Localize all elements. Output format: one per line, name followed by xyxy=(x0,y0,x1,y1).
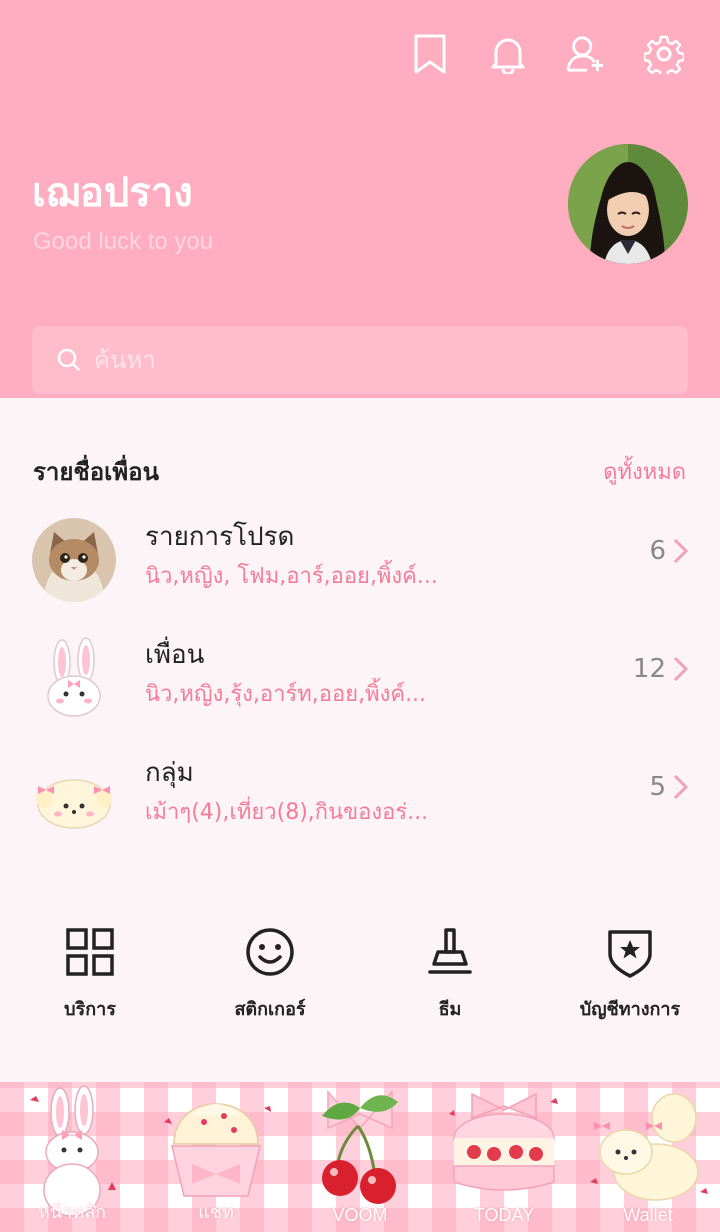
row-count: 6 xyxy=(649,536,666,566)
list-item-friends[interactable]: เพื่อน นิว,หญิง,รุ้ง,อาร์ท,ออย,พิ้งค์...… xyxy=(0,626,720,736)
bookmark-icon[interactable] xyxy=(410,34,450,74)
tab-voom[interactable]: VOOM xyxy=(288,1082,432,1232)
row-count: 5 xyxy=(649,772,666,802)
profile-header: เฌอปราง Good luck to you xyxy=(0,0,720,398)
tab-today-label: TODAY xyxy=(473,1205,535,1225)
services-button[interactable]: บริการ xyxy=(0,924,180,1023)
grid-icon xyxy=(66,928,114,976)
tab-chats-label: แชท xyxy=(198,1202,234,1222)
see-all-link[interactable]: ดูทั้งหมด xyxy=(603,454,686,489)
chevron-right-icon xyxy=(673,538,689,564)
brush-icon xyxy=(428,928,472,974)
bunny-icon xyxy=(32,636,116,720)
tab-wallet-label: Wallet xyxy=(623,1205,673,1225)
chevron-right-icon xyxy=(673,656,689,682)
tab-home-label: หน้าหลัก xyxy=(37,1202,107,1222)
list-item-groups[interactable]: กลุ่ม เม้าๆ(4),เที่ยว(8),กินของอร่... 5 xyxy=(0,744,720,854)
profile-name[interactable]: เฌอปราง xyxy=(32,160,193,224)
row-title: กลุ่ม xyxy=(145,758,194,788)
row-subtitle: นิว,หญิง, โฟม,อาร์,ออย,พิ้งค์... xyxy=(145,564,438,589)
tab-today[interactable]: TODAY xyxy=(432,1082,576,1232)
row-count: 12 xyxy=(632,654,666,684)
stickers-label: สติกเกอร์ xyxy=(234,999,306,1020)
official-accounts-label: บัญชีทางการ xyxy=(579,999,681,1020)
smiley-icon xyxy=(246,928,294,976)
themes-button[interactable]: ธีม xyxy=(360,924,540,1023)
chevron-right-icon xyxy=(673,774,689,800)
shield-star-icon xyxy=(608,930,652,978)
bell-icon[interactable] xyxy=(488,34,528,74)
header-toolbar xyxy=(410,34,684,74)
search-icon xyxy=(57,348,80,371)
bottom-tab-bar: หน้าหลัก แชท VOOM TODAY Wallet xyxy=(0,1082,720,1232)
puppy-icon xyxy=(32,754,116,838)
list-item-favorites[interactable]: รายการโปรด นิว,หญิง, โฟม,อาร์,ออย,พิ้งค์… xyxy=(0,508,720,618)
tab-voom-label: VOOM xyxy=(332,1205,388,1225)
services-label: บริการ xyxy=(64,999,116,1020)
row-subtitle: นิว,หญิง,รุ้ง,อาร์ท,ออย,พิ้งค์... xyxy=(145,682,427,707)
cat-photo xyxy=(32,518,116,602)
row-subtitle: เม้าๆ(4),เที่ยว(8),กินของอร่... xyxy=(145,800,429,825)
tab-home[interactable]: หน้าหลัก xyxy=(0,1082,144,1232)
status-message[interactable]: Good luck to you xyxy=(33,228,213,256)
settings-icon[interactable] xyxy=(644,34,684,74)
row-title: รายการโปรด xyxy=(145,522,295,552)
friends-section-title: รายชื่อเพื่อน xyxy=(33,458,159,486)
search-input[interactable] xyxy=(92,345,656,375)
tab-chats[interactable]: แชท xyxy=(144,1082,288,1232)
add-friend-icon[interactable] xyxy=(566,34,606,74)
tab-wallet[interactable]: Wallet xyxy=(576,1082,720,1232)
avatar[interactable] xyxy=(568,144,688,264)
shortcut-tools: บริการ สติกเกอร์ ธีม บัญชีทางการ xyxy=(0,924,720,1034)
row-title: เพื่อน xyxy=(145,640,205,670)
stickers-button[interactable]: สติกเกอร์ xyxy=(180,924,360,1023)
official-accounts-button[interactable]: บัญชีทางการ xyxy=(540,924,720,1023)
themes-label: ธีม xyxy=(438,999,462,1020)
search-bar[interactable] xyxy=(32,326,688,394)
